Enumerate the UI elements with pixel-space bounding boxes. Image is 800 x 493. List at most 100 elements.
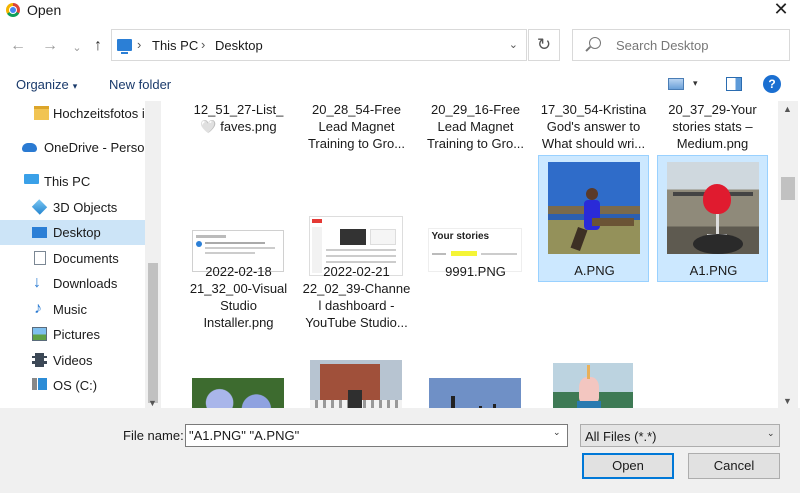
open-button[interactable]: Open (582, 453, 674, 479)
documents-icon (34, 251, 46, 265)
back-arrow-icon[interactable]: ← (8, 36, 28, 56)
chevron-down-icon[interactable]: ⌄ (767, 428, 775, 439)
sidebar-scrollbar[interactable]: ▼ (145, 101, 161, 408)
close-icon[interactable]: ✕ (772, 0, 790, 18)
sidebar-item-documents[interactable]: Documents (0, 246, 145, 271)
folder-icon (34, 106, 49, 120)
file-item[interactable]: 12_51_27-List_ 🤍 faves.png (183, 101, 294, 157)
sidebar-item-hochzeitsfotos[interactable]: Hochzeitsfotos in (0, 101, 145, 126)
sidebar-item-label: Documents (53, 251, 119, 266)
sidebar-item-desktop[interactable]: Desktop (0, 220, 145, 245)
file-item[interactable]: 2022-02-18 21_32_00-Visual Studio Instal… (183, 189, 294, 333)
new-folder-button[interactable]: New folder (109, 77, 171, 92)
file-item-selected[interactable]: A.PNG (538, 155, 649, 282)
file-type-select[interactable]: All Files (*.*) (580, 424, 780, 447)
preview-pane-icon[interactable] (726, 77, 742, 91)
file-name: 17_30_54-Kristina God's answer to What s… (540, 102, 647, 151)
file-name-label: File name: (123, 428, 184, 443)
forward-arrow-icon[interactable]: → (40, 36, 60, 56)
up-arrow-icon[interactable]: ↑ (88, 36, 108, 56)
chevron-down-icon[interactable]: ⌄ (553, 427, 561, 438)
bottom-panel: File name: ⌄ All Files (*.*) ⌄ Open Canc… (0, 408, 800, 493)
file-list-scrollbar[interactable]: ▲ ▼ (778, 101, 798, 408)
chrome-icon (6, 3, 20, 17)
file-item[interactable] (657, 345, 768, 408)
file-name: 20_37_29-Your stories stats – Medium.png (668, 102, 757, 151)
scrollbar-thumb[interactable] (148, 263, 158, 403)
file-name-input[interactable] (185, 424, 568, 447)
organize-button[interactable]: Organize ▾ (16, 77, 77, 92)
caret-down-icon: ▾ (72, 81, 78, 91)
search-input[interactable]: Search Desktop (616, 38, 709, 53)
photo-thumbnail (541, 341, 644, 408)
sidebar-item-music[interactable]: ♪ Music (0, 297, 145, 322)
scroll-up-icon[interactable]: ▲ (783, 104, 792, 114)
sidebar-item-label: Pictures (53, 327, 100, 342)
address-bar[interactable]: › This PC › Desktop ⌄ (111, 29, 527, 61)
refresh-button[interactable]: ↻ (528, 29, 560, 61)
sidebar-item-onedrive[interactable]: OneDrive - Person (0, 135, 145, 160)
window-title: Open (27, 2, 62, 18)
breadcrumb-this-pc[interactable]: This PC (152, 38, 198, 53)
sidebar-item-3d-objects[interactable]: 3D Objects (0, 195, 145, 220)
photo-thumbnail (423, 349, 526, 408)
sidebar-item-label: Videos (53, 353, 93, 368)
sidebar-item-downloads[interactable]: ↓ Downloads (0, 271, 145, 296)
breadcrumb-separator: › (201, 37, 206, 52)
file-list: 12_51_27-List_ 🤍 faves.png 20_28_54-Free… (161, 101, 778, 408)
sidebar-item-label: OneDrive - Person (44, 140, 145, 155)
videos-icon (32, 353, 47, 367)
file-name: 9991.PNG (445, 264, 506, 279)
file-item[interactable]: 20_28_54-Free Lead Magnet Training to Gr… (301, 101, 412, 157)
change-view-icon[interactable] (668, 78, 684, 90)
file-name: 2022-02-21 22_02_39-Channe l dashboard -… (302, 264, 411, 330)
file-item[interactable]: 20_37_29-Your stories stats – Medium.png (657, 101, 768, 157)
sidebar-item-label: This PC (44, 174, 91, 189)
organize-label: Organize (16, 77, 69, 92)
file-item[interactable]: 20_29_16-Free Lead Magnet Training to Gr… (420, 101, 531, 157)
file-item-selected[interactable]: A1.PNG (657, 155, 768, 282)
chevron-down-icon[interactable]: ⌄ (509, 38, 518, 51)
search-icon (589, 37, 601, 49)
desktop-icon (32, 227, 47, 238)
file-name: 20_28_54-Free Lead Magnet Training to Gr… (307, 102, 406, 151)
breadcrumb-separator: › (137, 37, 142, 52)
onedrive-cloud-icon (22, 143, 37, 152)
scroll-down-icon[interactable]: ▼ (148, 398, 157, 408)
downloads-icon: ↓ (33, 274, 41, 291)
caret-down-icon[interactable]: ▾ (693, 78, 698, 89)
file-name: A.PNG (574, 263, 615, 278)
file-item[interactable]: 17_30_54-Kristina God's answer to What s… (538, 101, 649, 157)
photo-thumbnail (186, 349, 289, 408)
os-drive-icon (32, 378, 47, 390)
scrollbar-thumb[interactable] (781, 177, 795, 200)
sidebar-item-label: Hochzeitsfotos in (53, 106, 145, 121)
pc-icon (117, 39, 132, 54)
help-icon[interactable]: ? (763, 75, 781, 93)
file-item[interactable]: Your stories 9991.PNG (420, 189, 531, 333)
file-item[interactable] (183, 345, 294, 408)
photo-thumbnail (661, 160, 764, 255)
sidebar-item-videos[interactable]: Videos (0, 348, 145, 373)
cancel-button[interactable]: Cancel (688, 453, 780, 479)
sidebar-item-os-c[interactable]: OS (C:) (0, 373, 145, 398)
file-item[interactable]: 2022-02-21 22_02_39-Channe l dashboard -… (301, 189, 412, 333)
scroll-down-icon[interactable]: ▼ (783, 396, 792, 406)
search-box[interactable]: Search Desktop (572, 29, 790, 61)
pc-icon (24, 174, 39, 184)
pictures-icon (32, 327, 47, 341)
sidebar-item-this-pc[interactable]: This PC (0, 169, 145, 194)
file-item[interactable] (420, 345, 531, 408)
recent-locations-icon[interactable]: ⌄ (67, 38, 87, 58)
3d-objects-icon (31, 199, 48, 215)
sidebar-item-pictures[interactable]: Pictures (0, 322, 145, 347)
sidebar-item-label: Desktop (53, 225, 101, 240)
file-item[interactable] (538, 337, 649, 408)
music-icon: ♪ (34, 300, 42, 317)
sidebar-item-label: OS (C:) (53, 378, 98, 393)
file-name: 2022-02-18 21_32_00-Visual Studio Instal… (189, 264, 288, 330)
breadcrumb-desktop[interactable]: Desktop (215, 38, 263, 53)
thumbnail-text: Your stories (431, 230, 490, 242)
file-item[interactable] (301, 345, 412, 408)
document-thumbnail (660, 349, 763, 408)
